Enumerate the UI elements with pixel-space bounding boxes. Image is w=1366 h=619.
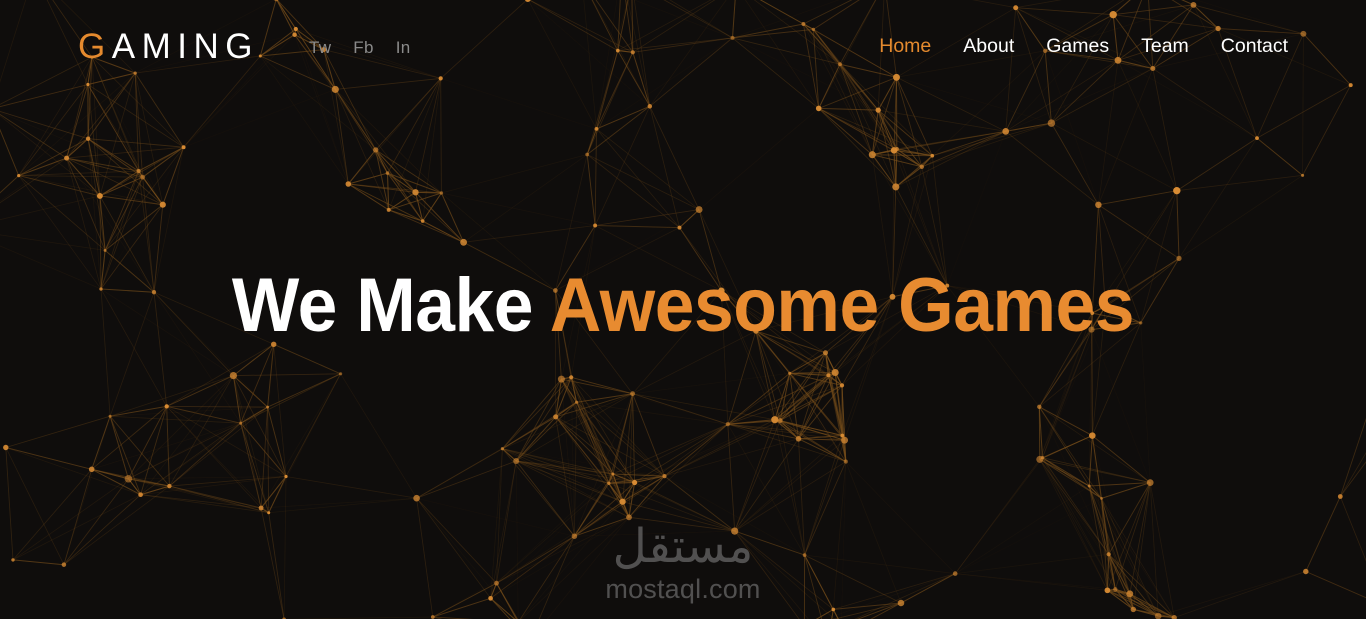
main-navigation: Home About Games Team Contact: [879, 37, 1288, 57]
site-header: GAMING Tw Fb In Home About Games Team Co…: [0, 0, 1366, 92]
brand-accent-letter: G: [78, 26, 112, 66]
brand-logo[interactable]: GAMING: [78, 29, 259, 64]
nav-item-home[interactable]: Home: [879, 37, 931, 57]
social-link-linkedin[interactable]: In: [396, 39, 411, 56]
social-link-twitter[interactable]: Tw: [309, 39, 331, 56]
nav-item-team[interactable]: Team: [1141, 37, 1189, 57]
nav-item-games[interactable]: Games: [1046, 37, 1109, 57]
brand-rest-text: AMING: [111, 26, 259, 66]
nav-item-about[interactable]: About: [963, 37, 1014, 57]
nav-item-contact[interactable]: Contact: [1221, 37, 1288, 57]
hero-section: GAMING Tw Fb In Home About Games Team Co…: [0, 0, 1366, 619]
social-link-facebook[interactable]: Fb: [353, 39, 373, 56]
social-links: Tw Fb In: [309, 39, 411, 56]
particle-network-background: [0, 0, 1366, 619]
